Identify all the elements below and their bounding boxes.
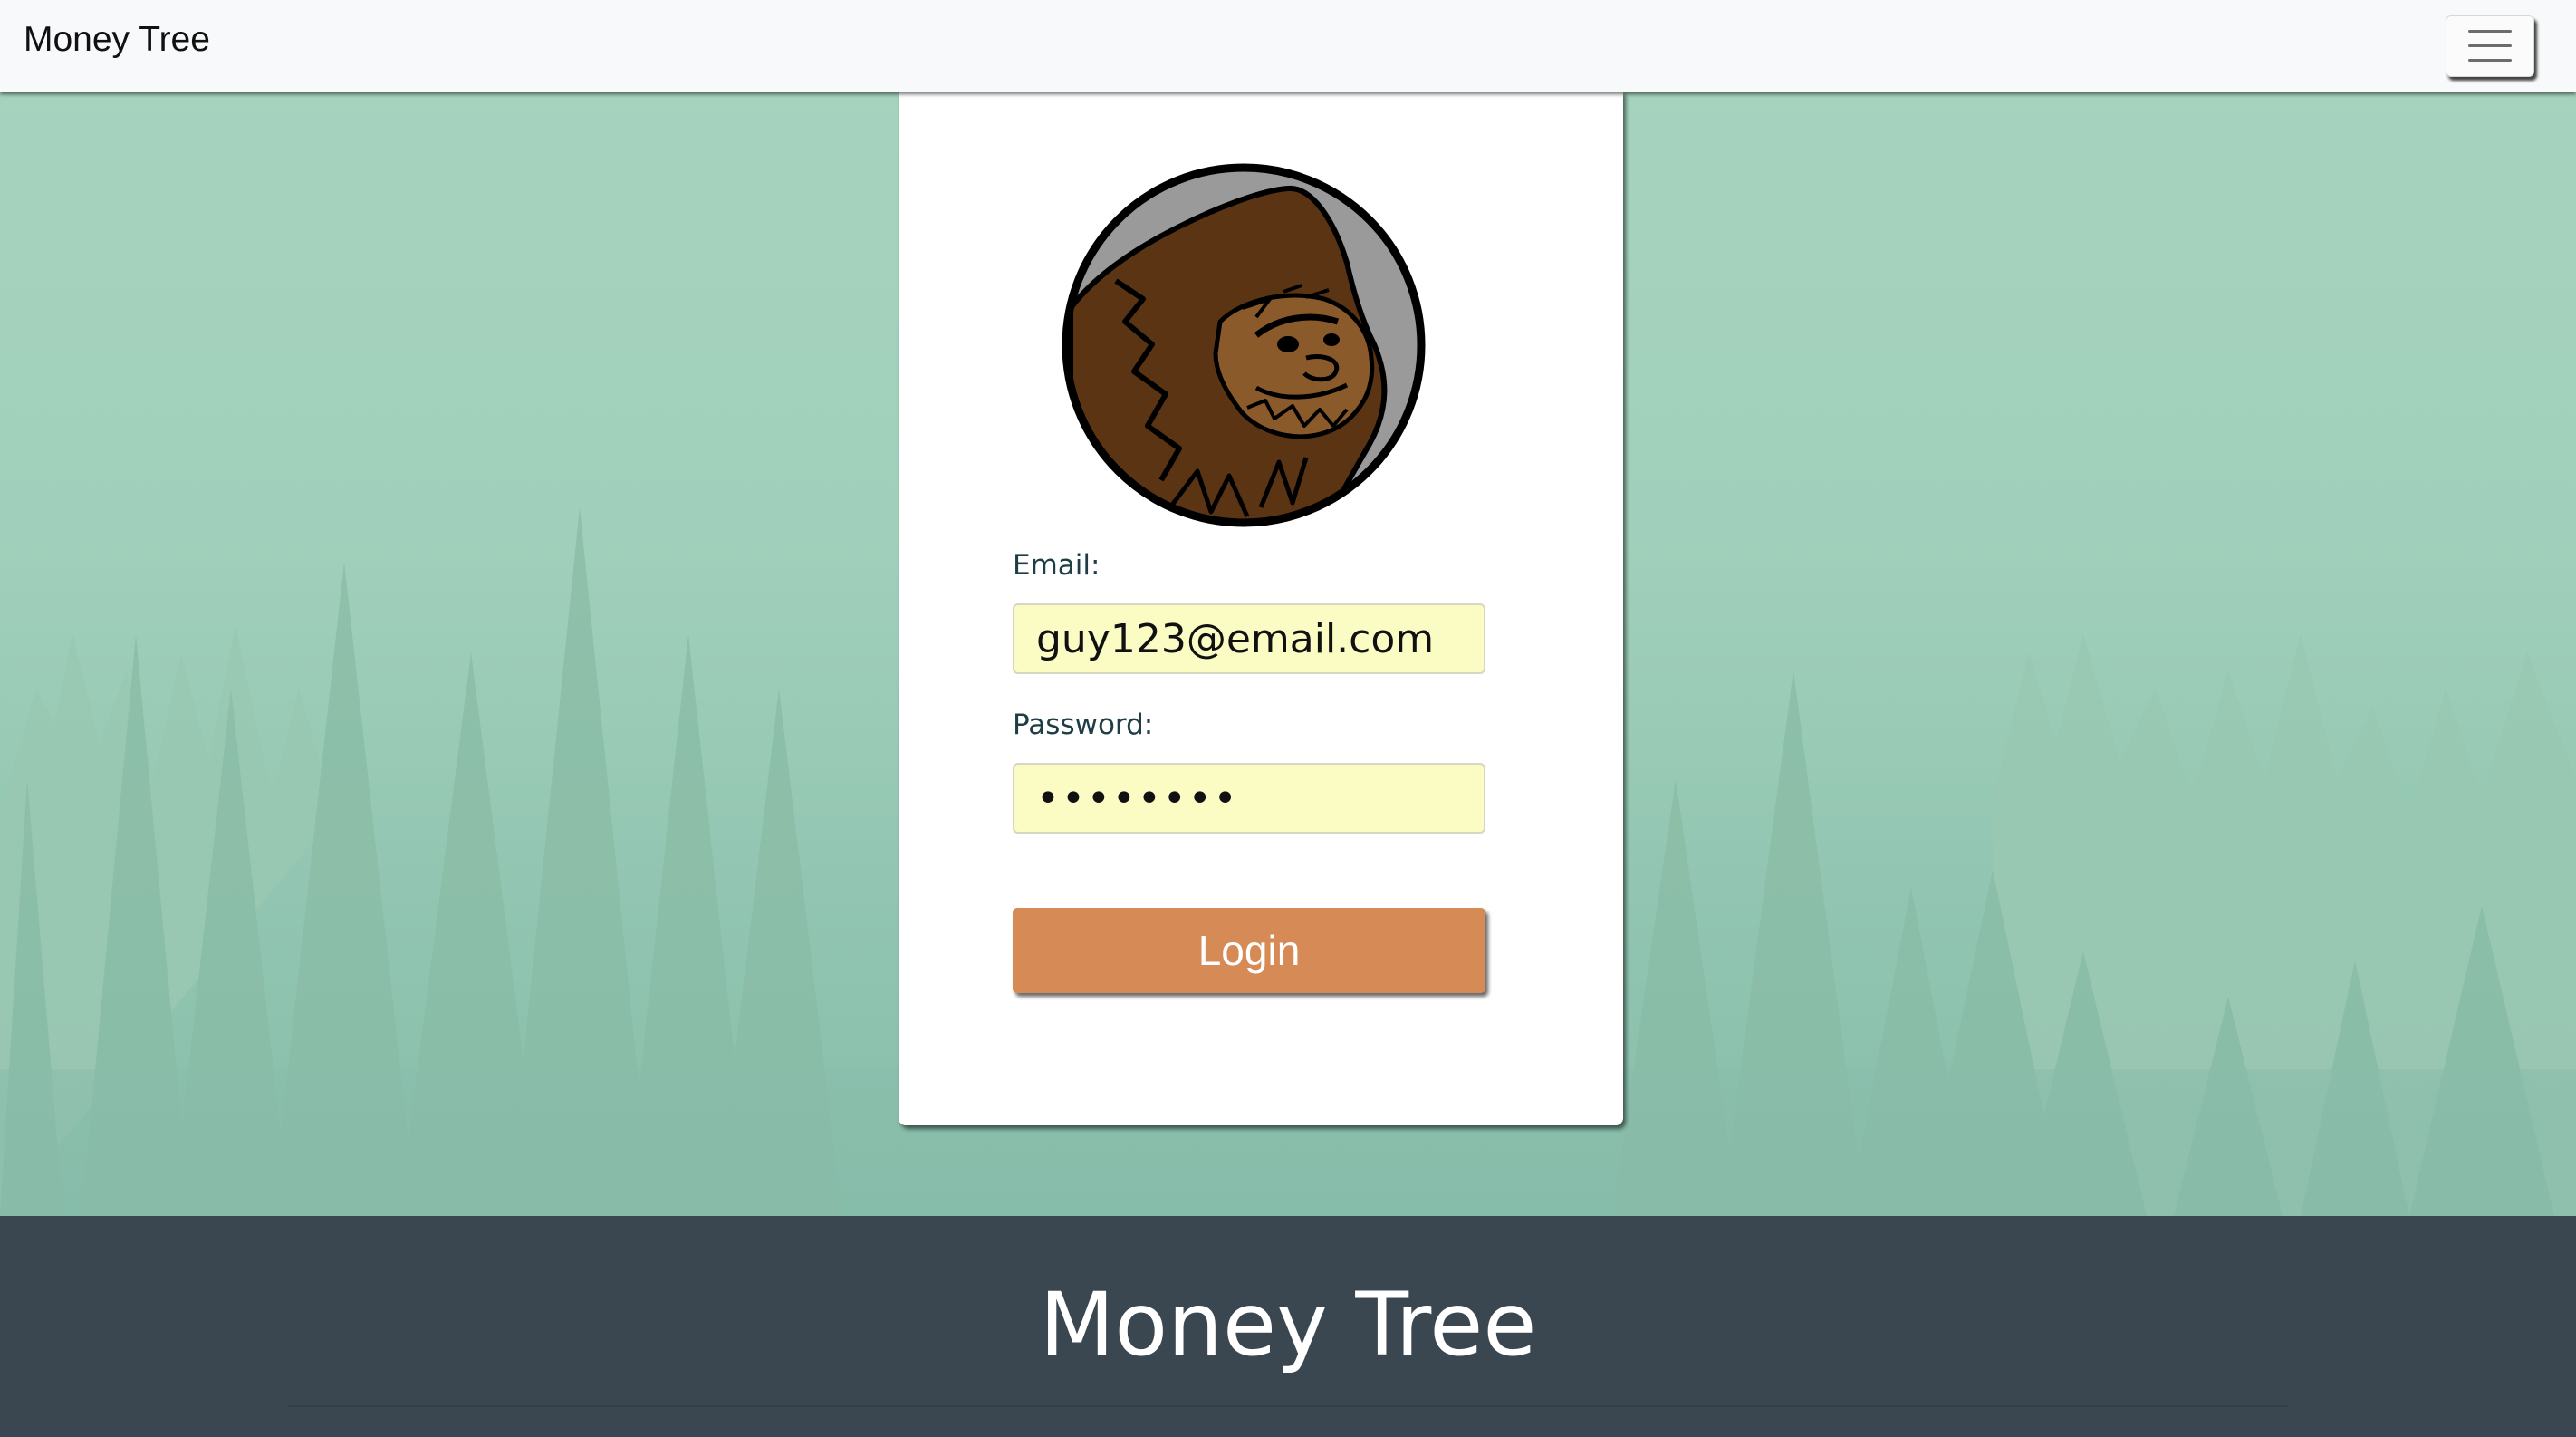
hamburger-menu-button[interactable] xyxy=(2446,15,2534,77)
footer-title: Money Tree xyxy=(1039,1274,1537,1375)
bigfoot-logo xyxy=(1062,163,1426,527)
login-button[interactable]: Login xyxy=(1013,908,1485,993)
top-navbar: Money Tree xyxy=(0,0,2576,92)
password-label: Password: xyxy=(1013,709,1154,741)
login-card: Email: Password: Login xyxy=(899,91,1623,1125)
footer-divider xyxy=(288,1405,2288,1407)
password-field[interactable] xyxy=(1013,763,1485,834)
page: Money Tree Email: guy123@email.com Passw… xyxy=(0,0,2576,1437)
email-label: Email: xyxy=(1013,549,1101,582)
navbar-brand[interactable]: Money Tree xyxy=(24,18,210,62)
email-field[interactable] xyxy=(1013,603,1485,674)
footer: Money Tree xyxy=(0,1216,2576,1437)
